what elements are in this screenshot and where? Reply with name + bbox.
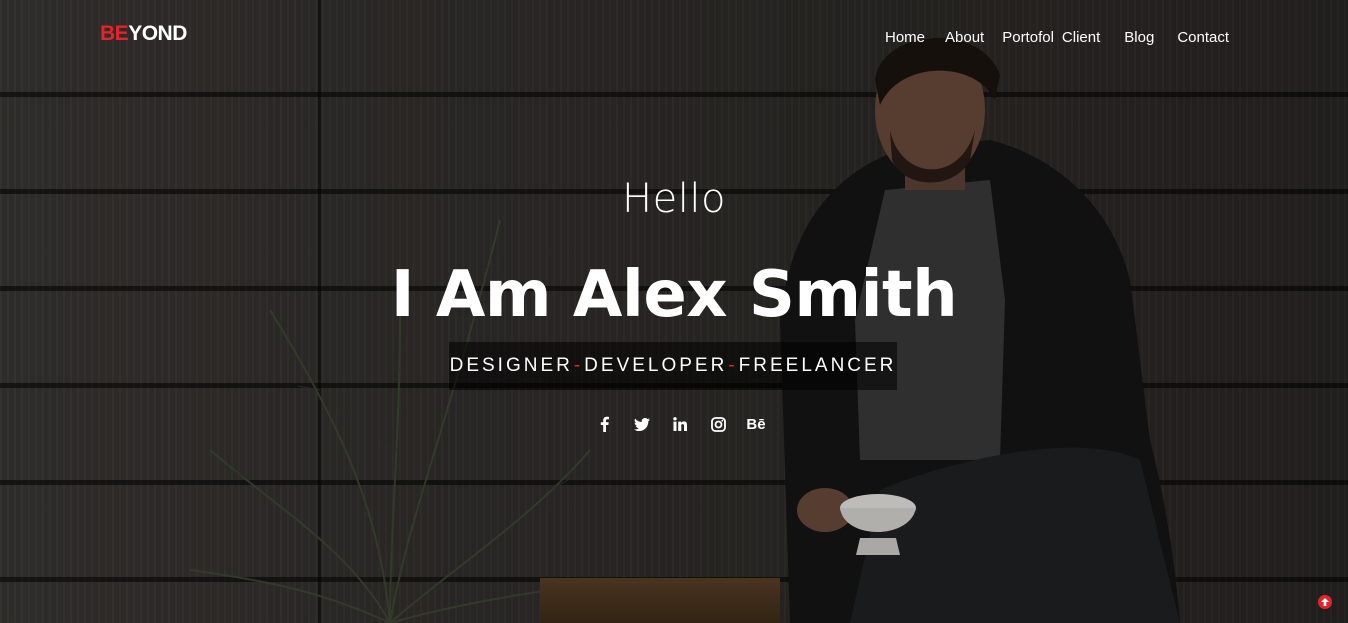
nav-item-blog[interactable]: Blog [1124, 29, 1154, 46]
nav-item-contact[interactable]: Contact [1177, 29, 1229, 46]
nav-item-portfolio[interactable]: Portofol [1002, 29, 1054, 46]
scroll-to-top-button[interactable] [1318, 595, 1332, 609]
logo-text: YOND [128, 22, 187, 45]
twitter-icon[interactable] [630, 414, 654, 434]
nav-item-client[interactable]: Client [1062, 29, 1100, 46]
facebook-icon[interactable] [592, 414, 616, 434]
logo-accent-text: BE [100, 22, 129, 45]
arrow-up-icon [1321, 598, 1329, 606]
hero-greeting: Hello [622, 176, 726, 222]
role-designer: DESIGNER [449, 355, 573, 376]
role-separator: - [573, 355, 584, 376]
behance-icon[interactable]: Bē [744, 414, 768, 434]
roles-banner: DESIGNER - DEVELOPER - FREELANCER [449, 342, 897, 390]
role-freelancer: FREELANCER [738, 355, 897, 376]
site-logo[interactable]: BEYOND [100, 22, 187, 46]
social-links: Bē [592, 414, 768, 434]
nav-item-home[interactable]: Home [885, 29, 925, 46]
linkedin-icon[interactable] [668, 414, 692, 434]
role-separator: - [728, 355, 738, 376]
instagram-icon[interactable] [706, 414, 730, 434]
hero-headline: I Am Alex Smith [390, 258, 958, 332]
nav-item-about[interactable]: About [945, 29, 984, 46]
role-developer: DEVELOPER [584, 355, 728, 376]
main-nav: Home About Portofol Client Blog Contact [885, 29, 1229, 46]
